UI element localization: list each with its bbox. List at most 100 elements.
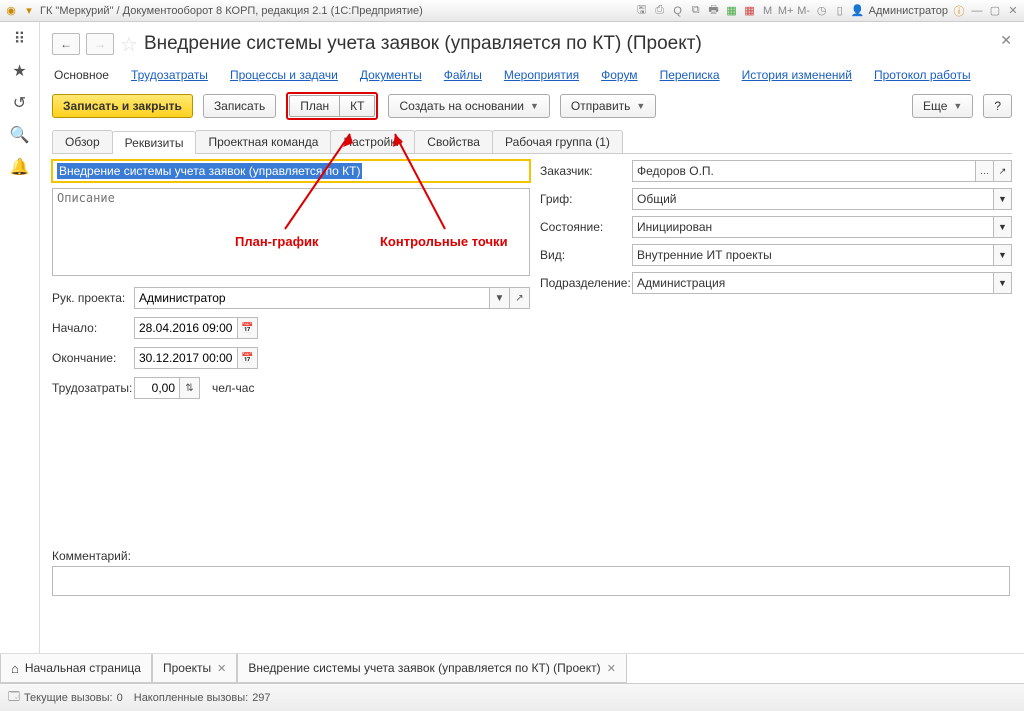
user-name: Администратор <box>869 5 948 17</box>
end-input[interactable] <box>134 347 238 369</box>
customer-open-icon[interactable]: ↗ <box>994 160 1012 182</box>
calc-icon[interactable]: ▦ <box>725 4 739 18</box>
print2-icon[interactable]: 🖶 <box>707 4 721 18</box>
customer-input[interactable]: Федоров О.П. <box>632 160 976 182</box>
help-button[interactable]: ? <box>983 94 1012 118</box>
link-forum[interactable]: Форум <box>601 68 637 82</box>
stamp-drop-icon[interactable]: ▼ <box>994 188 1012 210</box>
bell-icon[interactable]: 🔔 <box>11 158 29 176</box>
star-icon[interactable]: ★ <box>11 62 29 80</box>
copy-icon[interactable]: ⧉ <box>689 4 703 18</box>
save-button[interactable]: Записать <box>203 94 276 118</box>
dropdown-icon[interactable]: ▾ <box>22 4 36 18</box>
tab-overview[interactable]: Обзор <box>52 130 113 153</box>
cal-icon[interactable]: ▦ <box>743 4 757 18</box>
customer-more-icon[interactable]: … <box>976 160 994 182</box>
manager-open-icon[interactable]: ↗ <box>510 287 530 309</box>
bottom-tab-current[interactable]: Внедрение системы учета заявок (управляе… <box>237 654 627 683</box>
plan-button[interactable]: План <box>289 95 339 117</box>
save-close-button[interactable]: Записать и закрыть <box>52 94 193 118</box>
link-effort[interactable]: Трудозатраты <box>131 68 208 82</box>
type-label: Вид: <box>540 248 632 262</box>
start-label: Начало: <box>52 321 128 335</box>
tab-team[interactable]: Проектная команда <box>195 130 331 153</box>
toolbar: Записать и закрыть Записать План КТ Созд… <box>52 92 1012 130</box>
status-bar: 🗔 Текущие вызовы: 0 Накопленные вызовы: … <box>0 683 1024 711</box>
tab-group[interactable]: Рабочая группа (1) <box>492 130 623 153</box>
stamp-input[interactable]: Общий <box>632 188 994 210</box>
accum-label: Накопленные вызовы: <box>134 692 248 704</box>
annotation-kt: Контрольные точки <box>380 234 508 249</box>
comment-label: Комментарий: <box>52 549 1012 563</box>
forward-button[interactable]: → <box>86 33 114 55</box>
end-cal-icon[interactable]: 📅 <box>238 347 258 369</box>
create-based-button[interactable]: Создать на основании▼ <box>388 94 549 118</box>
status-icon: 🗔 <box>8 688 20 707</box>
description-input[interactable] <box>52 188 530 276</box>
end-label: Окончание: <box>52 351 128 365</box>
link-history[interactable]: История изменений <box>742 68 852 82</box>
window-icon[interactable]: ▯ <box>833 4 847 18</box>
manager-label: Рук. проекта: <box>52 291 128 305</box>
link-documents[interactable]: Документы <box>360 68 422 82</box>
close-tab-icon[interactable]: ✕ <box>217 662 226 675</box>
m-icon[interactable]: M <box>761 4 775 18</box>
kt-button[interactable]: КТ <box>339 95 375 117</box>
comment-input[interactable] <box>52 566 1010 596</box>
info-icon[interactable]: ⓘ <box>952 4 966 18</box>
link-events[interactable]: Мероприятия <box>504 68 579 82</box>
history-icon[interactable]: ↺ <box>11 94 29 112</box>
dept-input[interactable]: Администрация <box>632 272 994 294</box>
save-icon[interactable]: 🖫 <box>635 4 649 18</box>
close-window-icon[interactable]: ✕ <box>1006 4 1020 18</box>
plan-kt-group: План КТ <box>286 92 378 120</box>
dept-drop-icon[interactable]: ▼ <box>994 272 1012 294</box>
name-value: Внедрение системы учета заявок (управляе… <box>57 163 362 179</box>
type-drop-icon[interactable]: ▼ <box>994 244 1012 266</box>
clock-icon[interactable]: ◷ <box>815 4 829 18</box>
effort-unit: чел-час <box>212 381 254 395</box>
mminus-icon[interactable]: M- <box>797 4 811 18</box>
start-input[interactable] <box>134 317 238 339</box>
print-icon[interactable]: ⎙ <box>653 4 667 18</box>
sidebar: ⠿ ★ ↺ 🔍 🔔 <box>0 22 40 653</box>
bottom-tabs: ⌂Начальная страница Проекты✕ Внедрение с… <box>0 653 1024 683</box>
tab-props[interactable]: Свойства <box>414 130 493 153</box>
link-main[interactable]: Основное <box>54 68 109 82</box>
more-button[interactable]: Еще▼ <box>912 94 973 118</box>
app-icon: ◉ <box>4 4 18 18</box>
tab-settings[interactable]: Настройки <box>330 130 415 153</box>
link-protocol[interactable]: Протокол работы <box>874 68 971 82</box>
search-icon[interactable]: 🔍 <box>11 126 29 144</box>
start-cal-icon[interactable]: 📅 <box>238 317 258 339</box>
back-button[interactable]: ← <box>52 33 80 55</box>
favorite-star-icon[interactable]: ☆ <box>120 32 138 57</box>
bottom-tab-projects[interactable]: Проекты✕ <box>152 654 237 683</box>
link-files[interactable]: Файлы <box>444 68 482 82</box>
maximize-icon[interactable]: ▢ <box>988 4 1002 18</box>
state-input[interactable]: Инициирован <box>632 216 994 238</box>
user-icon: 👤 <box>851 4 865 18</box>
close-icon[interactable]: ✕ <box>1000 32 1012 49</box>
bottom-tab-home[interactable]: ⌂Начальная страница <box>0 654 152 683</box>
link-mail[interactable]: Переписка <box>660 68 720 82</box>
type-input[interactable]: Внутренние ИТ проекты <box>632 244 994 266</box>
manager-drop-icon[interactable]: ▼ <box>490 287 510 309</box>
state-label: Состояние: <box>540 220 632 234</box>
manager-input[interactable] <box>134 287 490 309</box>
send-button[interactable]: Отправить▼ <box>560 94 656 118</box>
link-processes[interactable]: Процессы и задачи <box>230 68 338 82</box>
state-drop-icon[interactable]: ▼ <box>994 216 1012 238</box>
mplus-icon[interactable]: M+ <box>779 4 793 18</box>
minimize-icon[interactable]: — <box>970 4 984 18</box>
tab-requisites[interactable]: Реквизиты <box>112 131 197 154</box>
effort-spinner-icon[interactable]: ⇅ <box>180 377 200 399</box>
section-links: Основное Трудозатраты Процессы и задачи … <box>52 60 1012 92</box>
dept-label: Подразделение: <box>540 276 632 290</box>
apps-icon[interactable]: ⠿ <box>11 30 29 48</box>
name-input[interactable]: Внедрение системы учета заявок (управляе… <box>52 160 530 182</box>
tool-icon[interactable]: Q <box>671 4 685 18</box>
effort-input[interactable] <box>134 377 180 399</box>
close-tab-icon[interactable]: ✕ <box>607 662 616 675</box>
customer-label: Заказчик: <box>540 164 632 178</box>
